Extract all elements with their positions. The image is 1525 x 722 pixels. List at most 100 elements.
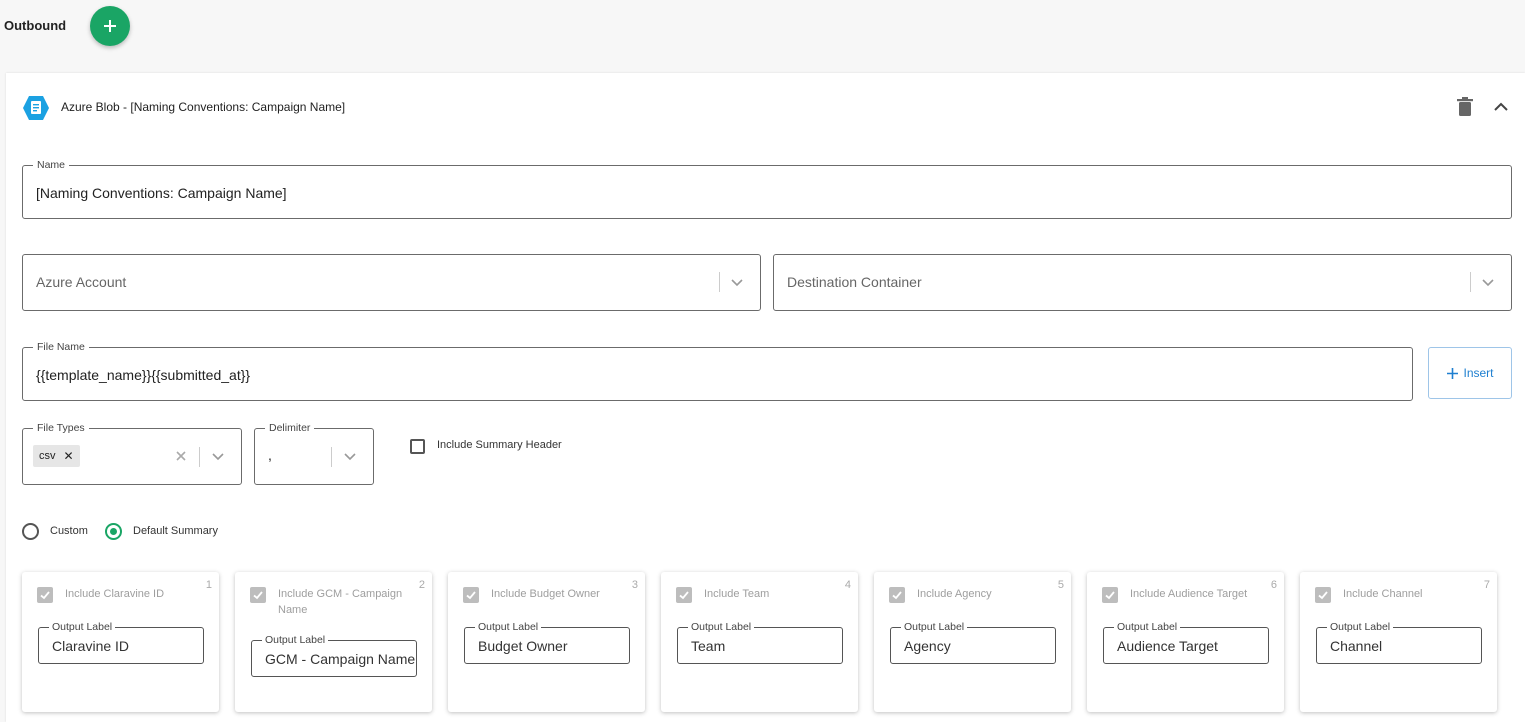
radio-default-summary[interactable] <box>105 523 122 540</box>
card-number: 3 <box>631 579 638 591</box>
top-bar: Outbound <box>0 0 1525 72</box>
name-field-value: [Naming Conventions: Campaign Name] <box>36 185 287 201</box>
output-label-value: Channel <box>1330 638 1383 654</box>
radio-custom[interactable] <box>22 523 39 540</box>
delimiter-select[interactable]: Delimiter , <box>254 422 374 485</box>
output-label-field[interactable]: Output Label Agency <box>890 621 1056 664</box>
include-field-checkbox[interactable] <box>463 587 479 603</box>
include-field-label: Include Channel <box>1343 588 1423 600</box>
plus-icon <box>1447 367 1459 379</box>
select-separator <box>331 447 332 467</box>
destination-container-placeholder: Destination Container <box>787 274 922 290</box>
summary-field-card: 6 Include Audience Target Output Label Audi… <box>1087 572 1284 712</box>
card-number: 2 <box>418 579 425 591</box>
chevron-down-icon[interactable] <box>211 452 225 462</box>
azure-blob-icon <box>23 96 49 120</box>
output-label-legend: Output Label <box>901 621 968 633</box>
output-label-value: Team <box>691 638 726 654</box>
azure-account-placeholder: Azure Account <box>36 274 127 290</box>
include-field-label: Include Claravine ID <box>65 588 165 600</box>
output-label-field[interactable]: Output Label Claravine ID <box>38 621 204 664</box>
check-icon <box>1105 591 1115 600</box>
output-label-value: GCM - Campaign Name <box>265 651 415 667</box>
include-field-label: Include Budget Owner <box>491 588 600 600</box>
include-field-checkbox[interactable] <box>1315 587 1331 603</box>
output-label-field[interactable]: Output Label Budget Owner <box>464 621 630 664</box>
check-icon <box>253 591 263 600</box>
panel-title: Azure Blob - [Naming Conventions: Campai… <box>61 100 346 114</box>
output-label-legend: Output Label <box>475 621 542 633</box>
chevron-down-icon[interactable] <box>343 452 357 462</box>
file-name-value: {{template_name}}{{submitted_at}} <box>36 367 251 383</box>
select-separator <box>199 447 200 467</box>
include-summary-header-checkbox[interactable] <box>410 439 425 454</box>
include-summary-header-label: Include Summary Header <box>437 439 562 451</box>
chip-remove-icon[interactable]: ✕ <box>64 449 74 463</box>
radio-default-summary-label: Default Summary <box>133 525 218 537</box>
card-number: 1 <box>205 579 212 591</box>
panel-header[interactable]: Azure Blob - [Naming Conventions: Campai… <box>6 73 1525 141</box>
file-types-select[interactable]: File Types csv ✕ <box>22 422 242 485</box>
summary-field-card: 2 Include GCM - Campaign Name Output Label… <box>235 572 432 712</box>
output-label-legend: Output Label <box>688 621 755 633</box>
include-field-checkbox[interactable] <box>37 587 53 603</box>
select-separator <box>1470 272 1471 292</box>
file-type-chip[interactable]: csv ✕ <box>33 445 80 467</box>
summary-field-card: 1 Include Claravine ID Output Label Claravi… <box>22 572 219 712</box>
select-separator <box>719 272 720 292</box>
output-label-field[interactable]: Output Label Channel <box>1316 621 1482 664</box>
include-field-label: Include Agency <box>917 588 992 600</box>
chevron-down-icon[interactable] <box>1481 278 1495 288</box>
summary-field-card: 7 Include Channel Output Label Channel <box>1300 572 1497 712</box>
summary-field-card: 3 Include Budget Owner Output Label Budget … <box>448 572 645 712</box>
delimiter-label: Delimiter <box>265 422 315 434</box>
insert-button-label: Insert <box>1463 366 1494 380</box>
include-field-checkbox[interactable] <box>889 587 905 603</box>
output-label-legend: Output Label <box>1114 621 1181 633</box>
azure-blob-panel: Azure Blob - [Naming Conventions: Campai… <box>6 73 1525 722</box>
name-field-label: Name <box>33 159 70 171</box>
check-icon <box>1318 591 1328 600</box>
output-label-field[interactable]: Output Label Audience Target <box>1103 621 1269 664</box>
page-title: Outbound <box>4 18 67 33</box>
summary-field-card: 4 Include Team Output Label Team <box>661 572 858 712</box>
destination-container-select[interactable]: Destination Container <box>773 254 1512 311</box>
card-number: 5 <box>1057 579 1064 591</box>
add-outbound-button[interactable] <box>90 6 130 46</box>
chevron-down-icon[interactable] <box>730 278 744 288</box>
output-label-value: Budget Owner <box>478 638 568 654</box>
output-label-legend: Output Label <box>262 634 329 646</box>
include-field-label: Include Audience Target <box>1130 588 1248 600</box>
insert-button[interactable]: Insert <box>1428 347 1512 399</box>
trash-icon[interactable] <box>1456 97 1474 117</box>
check-icon <box>679 591 689 600</box>
radio-custom-label: Custom <box>50 525 88 537</box>
delimiter-value: , <box>268 447 272 463</box>
output-label-value: Claravine ID <box>52 638 130 654</box>
include-field-checkbox[interactable] <box>250 587 266 603</box>
include-field-label: Include Team <box>704 588 770 600</box>
include-field-checkbox[interactable] <box>676 587 692 603</box>
summary-field-card: 5 Include Agency Output Label Agency <box>874 572 1071 712</box>
check-icon <box>892 591 902 600</box>
plus-icon <box>104 20 116 32</box>
file-name-field[interactable]: File Name {{template_name}}{{submitted_a… <box>22 341 1413 401</box>
name-field[interactable]: Name [Naming Conventions: Campaign Name] <box>22 159 1512 219</box>
chevron-up-icon[interactable] <box>1492 99 1510 115</box>
include-field-checkbox[interactable] <box>1102 587 1118 603</box>
output-label-field[interactable]: Output Label GCM - Campaign Name <box>251 634 417 677</box>
output-label-legend: Output Label <box>1327 621 1394 633</box>
card-number: 4 <box>844 579 851 591</box>
file-types-label: File Types <box>33 422 89 434</box>
output-label-value: Audience Target <box>1117 638 1218 654</box>
check-icon <box>40 591 50 600</box>
include-field-label: Include GCM - Campaign Name <box>278 588 403 616</box>
clear-icon[interactable] <box>175 450 187 462</box>
azure-account-select[interactable]: Azure Account <box>22 254 761 311</box>
output-label-value: Agency <box>904 638 951 654</box>
output-label-field[interactable]: Output Label Team <box>677 621 843 664</box>
card-number: 6 <box>1270 579 1277 591</box>
file-name-label: File Name <box>33 341 89 353</box>
output-label-legend: Output Label <box>49 621 116 633</box>
file-type-chip-label: csv <box>39 450 56 462</box>
